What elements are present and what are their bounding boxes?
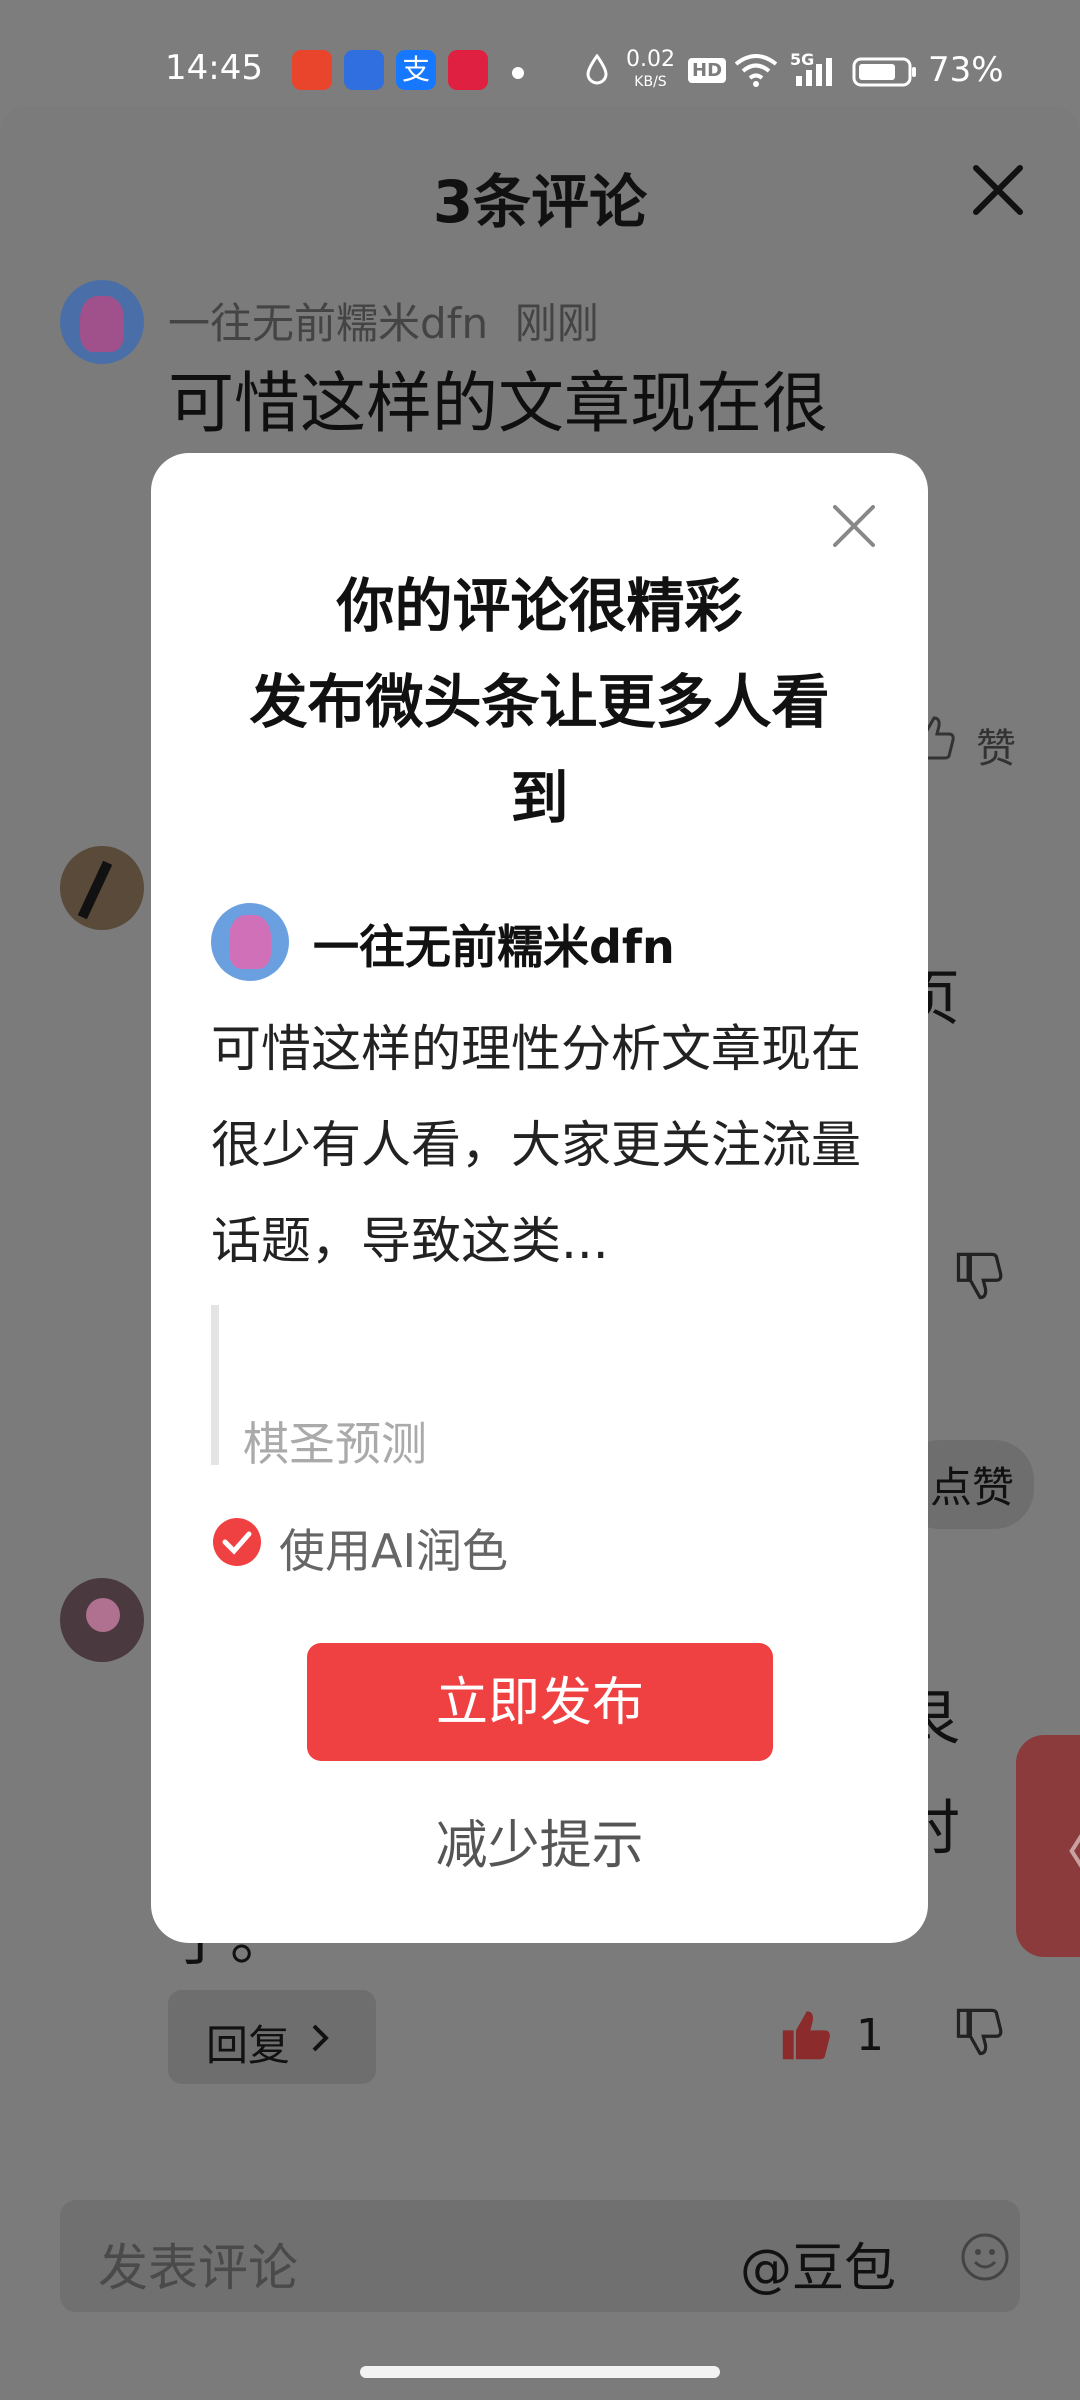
baidu-icon (344, 50, 384, 90)
ai-polish-checkbox[interactable] (213, 1518, 261, 1566)
close-icon[interactable] (831, 503, 877, 549)
quote-text: 棋圣预测 (243, 1417, 427, 1471)
publish-button[interactable]: 立即发布 (307, 1643, 773, 1761)
emoji-icon[interactable] (960, 2232, 1010, 2282)
data-saver-icon (586, 54, 608, 85)
dislike-icon[interactable] (952, 2006, 1006, 2060)
dislike-icon[interactable] (952, 1250, 1006, 1304)
dialog-title-line: 发布微头条让更多人看 (249, 668, 830, 736)
avatar[interactable] (60, 846, 144, 930)
chevron-left-icon: 〈 (1034, 1805, 1080, 1892)
battery-icon (852, 57, 916, 87)
dialog-title: 你的评论很精彩 发布微头条让更多人看 到 (181, 558, 898, 846)
like-label[interactable]: 赞 (976, 716, 1016, 774)
avatar (211, 903, 289, 981)
net-speed-value: 0.02 (626, 47, 675, 72)
ai-polish-label[interactable]: 使用AI润色 (279, 1515, 508, 1581)
dialog-username: 一往无前糯米dfn (313, 920, 675, 974)
comment-username[interactable]: 一往无前糯米dfn (168, 299, 488, 348)
comment-text: 可惜这样的文章现在很 (168, 365, 828, 442)
side-collapse-tab[interactable]: 〈 (1016, 1735, 1080, 1957)
comment-input-placeholder: 发表评论 (98, 2239, 298, 2297)
avatar-figure (77, 860, 113, 920)
avatar-figure (80, 296, 124, 352)
avatar[interactable] (60, 280, 144, 364)
publish-prompt-dialog: 你的评论很精彩 发布微头条让更多人看 到 一往无前糯米dfn 可惜这样的理性分析… (151, 453, 928, 1943)
avatar-figure (86, 1598, 120, 1632)
battery-level: 73% (928, 50, 1004, 90)
avatar[interactable] (60, 1578, 144, 1662)
wifi-icon (734, 54, 778, 87)
liked-icon[interactable] (778, 2004, 838, 2064)
mention-doubao-button[interactable]: @豆包 (740, 2226, 896, 2301)
app-notification-icon (292, 50, 332, 90)
reply-label: 回复 (206, 2021, 291, 2070)
status-bar: 14:45 支 0.02 KB/S HD 5G 73% (0, 0, 1080, 110)
reduce-prompts-link[interactable]: 减少提示 (151, 1803, 928, 1878)
dialog-title-line: 到 (510, 764, 569, 832)
like-count: 1 (856, 2010, 884, 2061)
hd-badge: HD (688, 58, 727, 83)
dialog-title-line: 你的评论很精彩 (336, 572, 743, 640)
net-speed-unit: KB/S (634, 74, 667, 90)
avatar-figure (229, 915, 271, 969)
comments-title: 3条评论 (432, 168, 648, 236)
net-speed: 0.02 KB/S (626, 47, 675, 92)
comment-meta: 一往无前糯米dfn 刚刚 (168, 290, 599, 351)
status-time: 14:45 (165, 48, 263, 88)
reply-button[interactable]: 回复 (168, 1990, 376, 2084)
alipay-icon: 支 (396, 50, 436, 90)
comment-time: 刚刚 (514, 299, 599, 348)
close-icon[interactable] (968, 160, 1028, 220)
check-icon (222, 1531, 252, 1555)
comment-preview: 可惜这样的理性分析文章现在很少有人看，大家更关注流量话题，导致这类... (211, 1020, 861, 1270)
chevron-right-icon (312, 2024, 329, 2052)
game-app-icon (448, 50, 488, 90)
comment-input-bar[interactable]: 发表评论 @豆包 (60, 2200, 1020, 2312)
signal-icon (796, 58, 832, 86)
more-notifications-icon (512, 67, 524, 79)
quote-bar (211, 1305, 219, 1465)
home-indicator[interactable] (360, 2366, 720, 2378)
